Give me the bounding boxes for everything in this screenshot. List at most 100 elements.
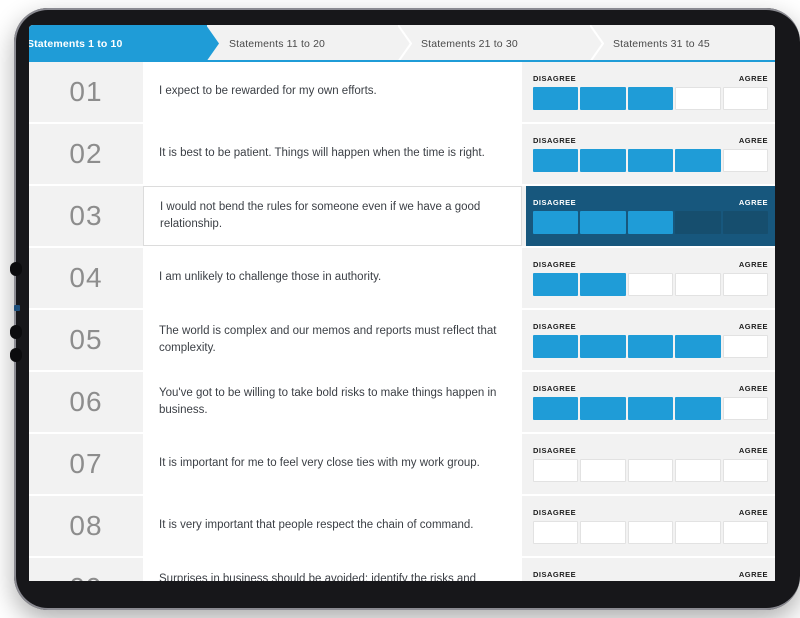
likert-scale-labels: DISAGREE AGREE: [533, 508, 768, 517]
statement-number: 09: [29, 558, 143, 581]
likert-scale[interactable]: DISAGREE AGREE: [526, 186, 775, 246]
likert-segment-5[interactable]: [722, 273, 769, 296]
statement-text: You've got to be willing to take bold ri…: [143, 372, 522, 432]
tab-label: Statements 1 to 10: [29, 37, 123, 50]
likert-segment-1[interactable]: [533, 397, 579, 420]
likert-scale[interactable]: DISAGREE AGREE: [526, 248, 775, 308]
likert-segment-4[interactable]: [675, 149, 721, 172]
statement-number: 08: [69, 510, 103, 541]
statement-row[interactable]: 01 I expect to be rewarded for my own eff…: [29, 62, 775, 124]
likert-segment-5[interactable]: [722, 211, 769, 234]
likert-scale[interactable]: DISAGREE AGREE: [526, 496, 775, 556]
statement-text-value: I expect to be rewarded for my own effor…: [159, 85, 377, 98]
likert-scale[interactable]: DISAGREE AGREE: [526, 434, 775, 494]
statement-row[interactable]: 03 I would not bend the rules for someone…: [29, 186, 775, 248]
likert-scale[interactable]: DISAGREE AGREE: [526, 310, 775, 370]
likert-segment-3[interactable]: [627, 211, 674, 234]
likert-segment-4[interactable]: [675, 211, 721, 234]
disagree-label: DISAGREE: [533, 322, 577, 331]
agree-label: AGREE: [738, 322, 768, 331]
statement-text-value: The world is complex and our memos and r…: [159, 324, 497, 354]
statement-row[interactable]: 02 It is best to be patient. Things will …: [29, 124, 775, 186]
likert-scale-labels: DISAGREE AGREE: [533, 260, 768, 269]
likert-scale[interactable]: DISAGREE AGREE: [526, 124, 775, 184]
likert-segment-2[interactable]: [580, 87, 626, 110]
statement-row[interactable]: 06 You've got to be willing to take bold …: [29, 372, 775, 434]
statement-text: I would not bend the rules for someone e…: [143, 186, 522, 246]
likert-scale[interactable]: DISAGREE AGREE: [526, 372, 775, 432]
likert-segment-2[interactable]: [580, 397, 626, 420]
tab-statements-3[interactable]: Statements 21 to 30: [399, 25, 604, 62]
statement-number: 02: [69, 138, 103, 169]
agree-label: AGREE: [738, 508, 768, 517]
likert-segment-3[interactable]: [627, 521, 674, 544]
likert-segment-2[interactable]: [580, 211, 626, 234]
likert-segment-4[interactable]: [675, 521, 721, 544]
statement-text-value: It is very important that people respect…: [159, 519, 474, 532]
statement-text-value: You've got to be willing to take bold ri…: [159, 386, 497, 416]
likert-segment-4[interactable]: [675, 87, 721, 110]
likert-segment-3[interactable]: [627, 273, 674, 296]
likert-segment-5[interactable]: [722, 149, 769, 172]
statement-row[interactable]: 05 The world is complex and our memos and…: [29, 310, 775, 372]
statement-text-value: It is important for me to feel very clos…: [159, 457, 480, 470]
likert-segment-5[interactable]: [722, 521, 769, 544]
likert-segment-1[interactable]: [533, 211, 579, 234]
statement-row[interactable]: 04 I am unlikely to challenge those in au…: [29, 248, 775, 310]
statement-text-value: Surprises in business should be avoided;…: [159, 572, 477, 581]
likert-scale-labels: DISAGREE AGREE: [533, 74, 768, 83]
likert-scale-labels: DISAGREE AGREE: [533, 446, 768, 455]
likert-segment-2[interactable]: [580, 335, 626, 358]
volume-up-button[interactable]: [10, 262, 22, 276]
tab-label: Statements 31 to 45: [613, 37, 710, 50]
likert-segment-4[interactable]: [675, 335, 721, 358]
tab-label: Statements 21 to 30: [421, 37, 518, 50]
statement-row[interactable]: 08 It is very important that people respe…: [29, 496, 775, 558]
likert-segment-4[interactable]: [675, 459, 721, 482]
likert-segment-5[interactable]: [722, 87, 769, 110]
tab-statements-4[interactable]: Statements 31 to 45: [591, 25, 775, 62]
tab-statements-1[interactable]: Statements 1 to 10: [29, 25, 219, 62]
likert-segment-5[interactable]: [722, 335, 769, 358]
disagree-label: DISAGREE: [533, 384, 577, 393]
likert-scale-labels: DISAGREE AGREE: [533, 136, 768, 145]
likert-segment-1[interactable]: [533, 335, 579, 358]
likert-segment-2[interactable]: [580, 273, 626, 296]
statement-row[interactable]: 09 Surprises in business should be avoide…: [29, 558, 775, 581]
likert-segment-3[interactable]: [627, 87, 674, 110]
likert-segment-4[interactable]: [675, 397, 721, 420]
likert-scale[interactable]: DISAGREE AGREE: [526, 62, 775, 122]
statement-text: It is very important that people respect…: [143, 496, 522, 556]
tab-statements-2[interactable]: Statements 11 to 20: [207, 25, 412, 62]
likert-segment-2[interactable]: [580, 149, 626, 172]
power-button[interactable]: [10, 348, 22, 362]
likert-segment-3[interactable]: [627, 397, 674, 420]
likert-segment-1[interactable]: [533, 87, 579, 110]
statement-list: 01 I expect to be rewarded for my own eff…: [29, 62, 775, 581]
likert-scale-segments: [533, 211, 769, 234]
statement-row[interactable]: 07 It is important for me to feel very cl…: [29, 434, 775, 496]
disagree-label: DISAGREE: [533, 446, 577, 455]
disagree-label: DISAGREE: [533, 508, 577, 517]
likert-segment-1[interactable]: [533, 521, 579, 544]
likert-segment-3[interactable]: [627, 335, 674, 358]
tab-strip-underline: [29, 60, 775, 62]
statement-text: I am unlikely to challenge those in auth…: [143, 248, 522, 308]
likert-scale-segments: [533, 87, 769, 110]
chevron-right-icon: [590, 25, 604, 62]
likert-segment-3[interactable]: [627, 459, 674, 482]
likert-segment-3[interactable]: [627, 149, 674, 172]
disagree-label: DISAGREE: [533, 74, 577, 83]
likert-segment-5[interactable]: [722, 459, 769, 482]
likert-segment-1[interactable]: [533, 459, 579, 482]
likert-segment-1[interactable]: [533, 149, 579, 172]
likert-segment-5[interactable]: [722, 397, 769, 420]
likert-segment-2[interactable]: [580, 521, 626, 544]
likert-segment-1[interactable]: [533, 273, 579, 296]
likert-scale[interactable]: DISAGREE AGREE: [526, 558, 775, 581]
volume-down-button[interactable]: [10, 325, 22, 339]
likert-segment-2[interactable]: [580, 459, 626, 482]
likert-segment-4[interactable]: [675, 273, 721, 296]
likert-scale-labels: DISAGREE AGREE: [533, 384, 768, 393]
agree-label: AGREE: [738, 570, 768, 579]
